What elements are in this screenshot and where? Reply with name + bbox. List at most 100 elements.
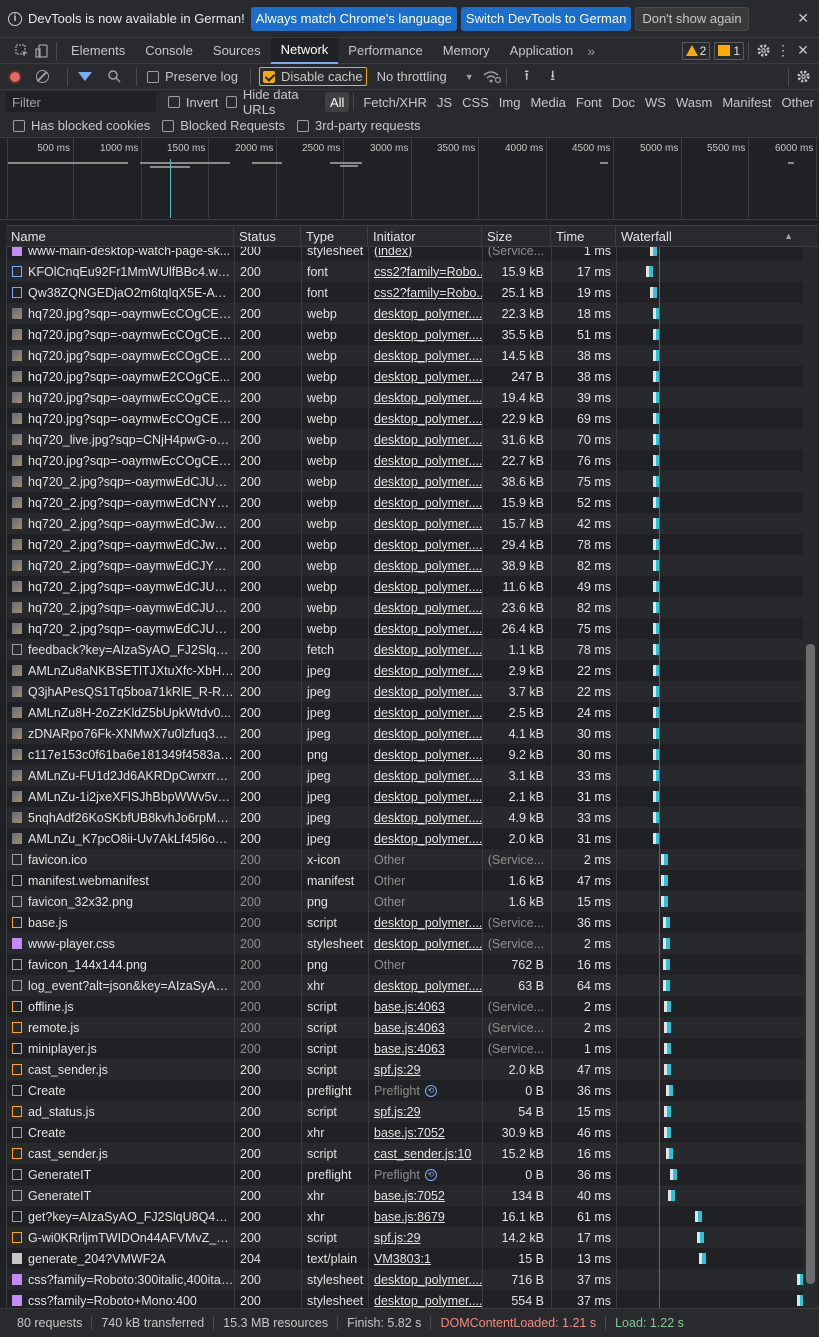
table-row[interactable]: AMLnZu-1i2jxeXFlSJhBbpWWv5vV... 200 jpeg de…	[7, 786, 818, 807]
initiator-value[interactable]: desktop_polymer....	[374, 496, 482, 510]
table-row[interactable]: hq720.jpg?sqp=-oaymwEcCOgCEM... 200 webp de…	[7, 387, 818, 408]
initiator-cell[interactable]: desktop_polymer....	[369, 597, 483, 618]
table-row[interactable]: Q3jhAPesQS1Tq5boa71kRlE_R-R-7... 200 jpeg d…	[7, 681, 818, 702]
table-row[interactable]: offline.js 200 script base.js:4063 (Service.…	[7, 996, 818, 1017]
initiator-value[interactable]: css2?family=Robo...	[374, 265, 482, 279]
table-row[interactable]: hq720.jpg?sqp=-oaymwEcCOgCEM... 200 webp de…	[7, 324, 818, 345]
table-row[interactable]: get?key=AIzaSyAO_FJ2SlqU8Q4STE... 200 xhr b…	[7, 1206, 818, 1227]
table-row[interactable]: Create 200 xhr base.js:7052 30.9 kB 46 ms	[7, 1122, 818, 1143]
initiator-value[interactable]: desktop_polymer....	[374, 1273, 482, 1287]
initiator-cell[interactable]: desktop_polymer....	[369, 639, 483, 660]
initiator-value[interactable]: css2?family=Robo...	[374, 286, 482, 300]
request-name-cell[interactable]: hq720.jpg?sqp=-oaymwEcCOgCEM...	[7, 387, 235, 408]
initiator-value[interactable]: desktop_polymer....	[374, 1294, 482, 1308]
initiator-value[interactable]: desktop_polymer....	[374, 706, 482, 720]
record-icon[interactable]	[8, 69, 22, 84]
initiator-value[interactable]: desktop_polymer....	[374, 349, 482, 363]
initiator-value[interactable]: desktop_polymer....	[374, 916, 482, 930]
table-row[interactable]: generate_204?VMWF2A 204 text/plain VM3803:1…	[7, 1248, 818, 1269]
checkbox[interactable]	[13, 119, 25, 132]
inspect-element-icon[interactable]	[12, 41, 32, 61]
tab-elements[interactable]: Elements	[61, 38, 135, 64]
request-name-cell[interactable]: AMLnZu-1i2jxeXFlSJhBbpWWv5vV...	[7, 786, 235, 807]
third-party-checkbox[interactable]: 3rd-party requests	[297, 118, 421, 133]
table-row[interactable]: favicon_32x32.png 200 png Other 1.6 kB 15 ms	[7, 891, 818, 912]
initiator-value[interactable]: base.js:7052	[374, 1126, 445, 1140]
initiator-value[interactable]: desktop_polymer....	[374, 412, 482, 426]
table-row[interactable]: 5nqhAdf26KoSKbfUB8kvhJo6rpMQ... 200 jpeg de…	[7, 807, 818, 828]
initiator-cell[interactable]: desktop_polymer....	[369, 513, 483, 534]
initiator-value[interactable]: desktop_polymer....	[374, 790, 482, 804]
network-conditions-icon[interactable]	[482, 67, 502, 87]
preflight-link-icon[interactable]: ⟲	[424, 1084, 437, 1097]
table-row[interactable]: manifest.webmanifest 200 manifest Other 1.6 …	[7, 870, 818, 891]
checkbox[interactable]	[297, 119, 310, 132]
table-row[interactable]: css?family=Roboto+Mono:400 200 stylesheet d…	[7, 1290, 818, 1308]
initiator-cell[interactable]: desktop_polymer....	[369, 555, 483, 576]
filter-type-wasm[interactable]: Wasm	[671, 92, 717, 112]
initiator-cell[interactable]: spf.js:29	[369, 1101, 483, 1122]
initiator-value[interactable]: desktop_polymer....	[374, 454, 482, 468]
table-row[interactable]: hq720.jpg?sqp=-oaymwE2COgCE... 200 webp des…	[7, 366, 818, 387]
table-row[interactable]: hq720.jpg?sqp=-oaymwEcCOgCEM... 200 webp de…	[7, 345, 818, 366]
request-name-cell[interactable]: www-main-desktop-watch-page-sk...	[7, 247, 235, 261]
request-name-cell[interactable]: KFOlCnqEu92Fr1MmWUlfBBc4.woff2	[7, 261, 235, 282]
initiator-cell[interactable]: desktop_polymer....	[369, 324, 483, 345]
request-name-cell[interactable]: hq720.jpg?sqp=-oaymwE2COgCE...	[7, 366, 235, 387]
tab-console[interactable]: Console	[135, 38, 203, 64]
initiator-cell[interactable]: desktop_polymer....	[369, 975, 483, 996]
initiator-value[interactable]: base.js:7052	[374, 1189, 445, 1203]
initiator-cell[interactable]: desktop_polymer....	[369, 576, 483, 597]
request-name-cell[interactable]: favicon_32x32.png	[7, 891, 235, 912]
initiator-value[interactable]: cast_sender.js:10	[374, 1147, 471, 1161]
initiator-cell[interactable]: desktop_polymer....	[369, 387, 483, 408]
initiator-cell[interactable]: base.js:8679	[369, 1206, 483, 1227]
initiator-value[interactable]: base.js:8679	[374, 1210, 445, 1224]
initiator-value[interactable]: spf.js:29	[374, 1231, 421, 1245]
request-name-cell[interactable]: hq720.jpg?sqp=-oaymwEcCOgCEM...	[7, 324, 235, 345]
request-name-cell[interactable]: get?key=AIzaSyAO_FJ2SlqU8Q4STE...	[7, 1206, 235, 1227]
initiator-value[interactable]: desktop_polymer....	[374, 580, 482, 594]
initiator-cell[interactable]: desktop_polymer....	[369, 366, 483, 387]
preflight-link-icon[interactable]: ⟲	[424, 1168, 437, 1181]
initiator-value[interactable]: base.js:4063	[374, 1021, 445, 1035]
initiator-value[interactable]: desktop_polymer....	[374, 328, 482, 342]
initiator-value[interactable]: desktop_polymer....	[374, 685, 482, 699]
initiator-cell[interactable]: desktop_polymer....	[369, 660, 483, 681]
table-row[interactable]: hq720_2.jpg?sqp=-oaymwEdCJUDE... 200 webp d…	[7, 471, 818, 492]
initiator-value[interactable]: desktop_polymer....	[374, 748, 482, 762]
table-row[interactable]: www-main-desktop-watch-page-sk... 200 styl…	[7, 247, 818, 261]
filter-type-all[interactable]: All	[325, 92, 350, 112]
initiator-cell[interactable]: (index)	[369, 247, 483, 261]
network-settings-gear-icon[interactable]	[793, 67, 813, 87]
table-row[interactable]: hq720_2.jpg?sqp=-oaymwEdCJwEE... 200 webp d…	[7, 534, 818, 555]
request-name-cell[interactable]: log_event?alt=json&key=AIzaSyAO...	[7, 975, 235, 996]
initiator-cell[interactable]: base.js:4063	[369, 996, 483, 1017]
close-devtools-icon[interactable]: ✕	[793, 41, 813, 61]
device-toolbar-icon[interactable]	[32, 41, 52, 61]
initiator-cell[interactable]: desktop_polymer....	[369, 912, 483, 933]
filter-type-img[interactable]: Img	[494, 92, 526, 112]
import-har-icon[interactable]: ⭱	[517, 67, 537, 87]
request-name-cell[interactable]: cast_sender.js	[7, 1059, 235, 1080]
blocked-cookies-checkbox[interactable]: Has blocked cookies	[13, 118, 150, 133]
table-row[interactable]: hq720_live.jpg?sqp=CNjH4pwG-oa... 200 webp…	[7, 429, 818, 450]
table-row[interactable]: hq720_2.jpg?sqp=-oaymwEdCJUDE... 200 webp d…	[7, 618, 818, 639]
initiator-value[interactable]: desktop_polymer....	[374, 475, 482, 489]
table-row[interactable]: miniplayer.js 200 script base.js:4063 (Servi…	[7, 1038, 818, 1059]
filter-type-media[interactable]: Media	[525, 92, 570, 112]
filter-funnel-icon[interactable]	[78, 72, 92, 81]
request-name-cell[interactable]: AMLnZu-FU1d2Jd6AKRDpCwrxrrao...	[7, 765, 235, 786]
request-name-cell[interactable]: Q3jhAPesQS1Tq5boa71kRlE_R-R-7...	[7, 681, 235, 702]
blocked-requests-checkbox[interactable]: Blocked Requests	[162, 118, 285, 133]
filter-type-other[interactable]: Other	[776, 92, 819, 112]
switch-to-german-button[interactable]: Switch DevTools to German	[460, 6, 632, 31]
table-row[interactable]: feedback?key=AIzaSyAO_FJ2SlqU8... 200 fetc…	[7, 639, 818, 660]
initiator-value[interactable]: desktop_polymer....	[374, 937, 482, 951]
disable-cache-checkbox[interactable]: Disable cache	[258, 67, 367, 86]
initiator-value[interactable]: VM3803:1	[374, 1252, 431, 1266]
request-name-cell[interactable]: offline.js	[7, 996, 235, 1017]
table-row[interactable]: Create 200 preflight Preflight ⟲ 0 B 36 ms	[7, 1080, 818, 1101]
more-options-icon[interactable]: ⋮	[773, 41, 793, 61]
request-name-cell[interactable]: ad_status.js	[7, 1101, 235, 1122]
